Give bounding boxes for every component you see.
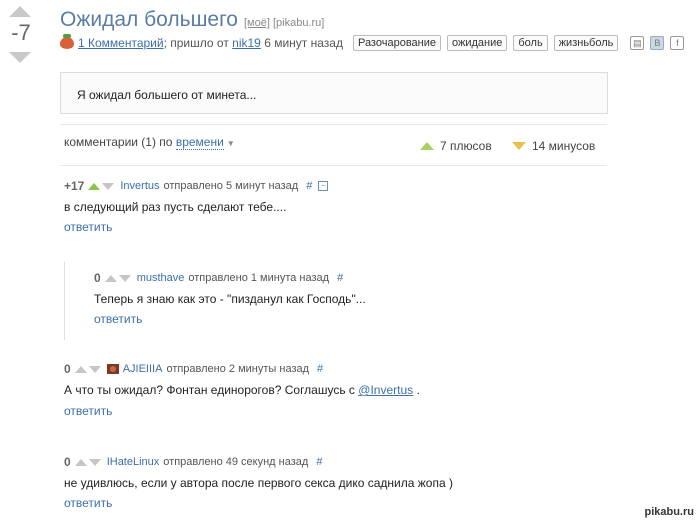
facebook-icon[interactable]: f bbox=[670, 36, 685, 50]
comment-text-part: А что ты ожидал? Фонтан единорогов? Согл… bbox=[64, 383, 355, 397]
reply-button[interactable]: ответить bbox=[64, 220, 112, 234]
meta-text: ; пришло от bbox=[163, 36, 229, 50]
comment-rating: 0 bbox=[64, 455, 71, 469]
comment-author[interactable]: IHateLinux bbox=[107, 456, 160, 468]
divider bbox=[60, 124, 607, 125]
post-author[interactable]: nik19 bbox=[232, 36, 261, 50]
tag[interactable]: боль bbox=[513, 35, 548, 51]
comment-permalink[interactable]: # bbox=[316, 456, 322, 468]
vote-up-icon[interactable] bbox=[74, 365, 87, 373]
tag[interactable]: Разочарование bbox=[352, 35, 441, 51]
vote-down-icon[interactable] bbox=[88, 365, 101, 373]
comment-author[interactable]: Invertus bbox=[120, 180, 159, 192]
vote-down-icon[interactable] bbox=[118, 274, 131, 282]
post-title-row: Ожидал большего [моё] [pikabu.ru] bbox=[60, 8, 324, 32]
comment-permalink[interactable]: # bbox=[306, 180, 312, 192]
comment-text: в следующий раз пусть сделают тебе.... bbox=[64, 200, 287, 214]
tag[interactable]: ожидание bbox=[447, 35, 508, 51]
comment-meta: 0 musthave отправлено 1 минута назад # bbox=[94, 271, 343, 285]
reply-button[interactable]: ответить bbox=[64, 496, 112, 510]
comment-permalink[interactable]: # bbox=[337, 272, 343, 284]
minus-count: 14 минусов bbox=[532, 139, 596, 153]
mine-label[interactable]: [моё] bbox=[244, 17, 270, 29]
comments-header: комментарии (1) по времени ▼ bbox=[64, 135, 235, 150]
comment-meta: 0 IHateLinux отправлено 49 секунд назад … bbox=[64, 455, 322, 469]
post-meta: 1 Комментарий ; пришло от nik19 6 минут … bbox=[60, 34, 685, 51]
comment-time: отправлено 5 минут назад bbox=[163, 180, 299, 192]
comment-time: отправлено 2 минуты назад bbox=[166, 363, 310, 375]
vote-up-icon[interactable] bbox=[74, 458, 87, 466]
save-icon[interactable]: ▤ bbox=[630, 36, 645, 50]
vote-down-icon[interactable] bbox=[102, 182, 115, 190]
thread-line bbox=[64, 262, 65, 340]
collapse-icon[interactable]: − bbox=[318, 181, 329, 191]
comment-rating: 0 bbox=[94, 271, 101, 285]
post-body-text: Я ожидал большего от минета... bbox=[77, 88, 257, 102]
post-time: 6 минут назад bbox=[264, 36, 343, 50]
minus-summary[interactable]: 14 минусов bbox=[512, 139, 595, 153]
post-vote-up-icon[interactable] bbox=[9, 6, 31, 17]
chevron-down-icon[interactable]: ▼ bbox=[227, 139, 235, 148]
avatar[interactable] bbox=[106, 364, 119, 374]
comment-author[interactable]: musthave bbox=[137, 272, 185, 284]
comment-text: А что ты ожидал? Фонтан единорогов? Согл… bbox=[64, 383, 420, 397]
post-rating: -7 bbox=[11, 20, 31, 45]
reply-button[interactable]: ответить bbox=[64, 404, 112, 418]
comment-meta: +17 Invertus отправлено 5 минут назад # … bbox=[64, 179, 329, 193]
comment-rating: +17 bbox=[64, 179, 85, 193]
watermark: pikabu.ru bbox=[644, 506, 694, 518]
source-label: [pikabu.ru] bbox=[272, 17, 325, 29]
post-title[interactable]: Ожидал большего bbox=[60, 8, 238, 31]
sort-selector[interactable]: времени bbox=[175, 135, 224, 150]
post-vote-down-icon[interactable] bbox=[9, 52, 31, 63]
comment-text-part: . bbox=[416, 383, 420, 397]
minus-triangle-icon bbox=[512, 142, 526, 150]
comment-time: отправлено 1 минута назад bbox=[188, 272, 330, 284]
comment-text: не удивлюсь, если у автора после первого… bbox=[64, 476, 453, 490]
comment-permalink[interactable]: # bbox=[317, 363, 323, 375]
plus-summary[interactable]: 7 плюсов bbox=[420, 139, 492, 153]
comments-link[interactable]: 1 Комментарий bbox=[78, 36, 164, 50]
tag[interactable]: жизньболь bbox=[553, 35, 619, 51]
plus-triangle-icon bbox=[420, 142, 434, 150]
comments-count-label: комментарии (1) по bbox=[64, 135, 173, 149]
plus-count: 7 плюсов bbox=[440, 139, 492, 153]
vote-down-icon[interactable] bbox=[88, 458, 101, 466]
comment-author[interactable]: AJIEIIIA bbox=[123, 363, 163, 375]
reply-button[interactable]: ответить bbox=[94, 312, 142, 326]
comment-rating: 0 bbox=[64, 362, 71, 376]
vk-icon[interactable]: В bbox=[650, 36, 665, 50]
vote-up-icon[interactable] bbox=[88, 182, 101, 190]
strawberry-icon bbox=[60, 34, 74, 49]
vote-up-icon[interactable] bbox=[104, 274, 117, 282]
divider bbox=[60, 165, 607, 166]
comment-time: отправлено 49 секунд назад bbox=[163, 456, 309, 468]
comment-meta: 0 AJIEIIIA отправлено 2 минуты назад # bbox=[64, 362, 323, 376]
user-mention-link[interactable]: @Invertus bbox=[358, 383, 413, 397]
comment-text: Теперь я знаю как это - "пизданул как Го… bbox=[94, 292, 366, 306]
